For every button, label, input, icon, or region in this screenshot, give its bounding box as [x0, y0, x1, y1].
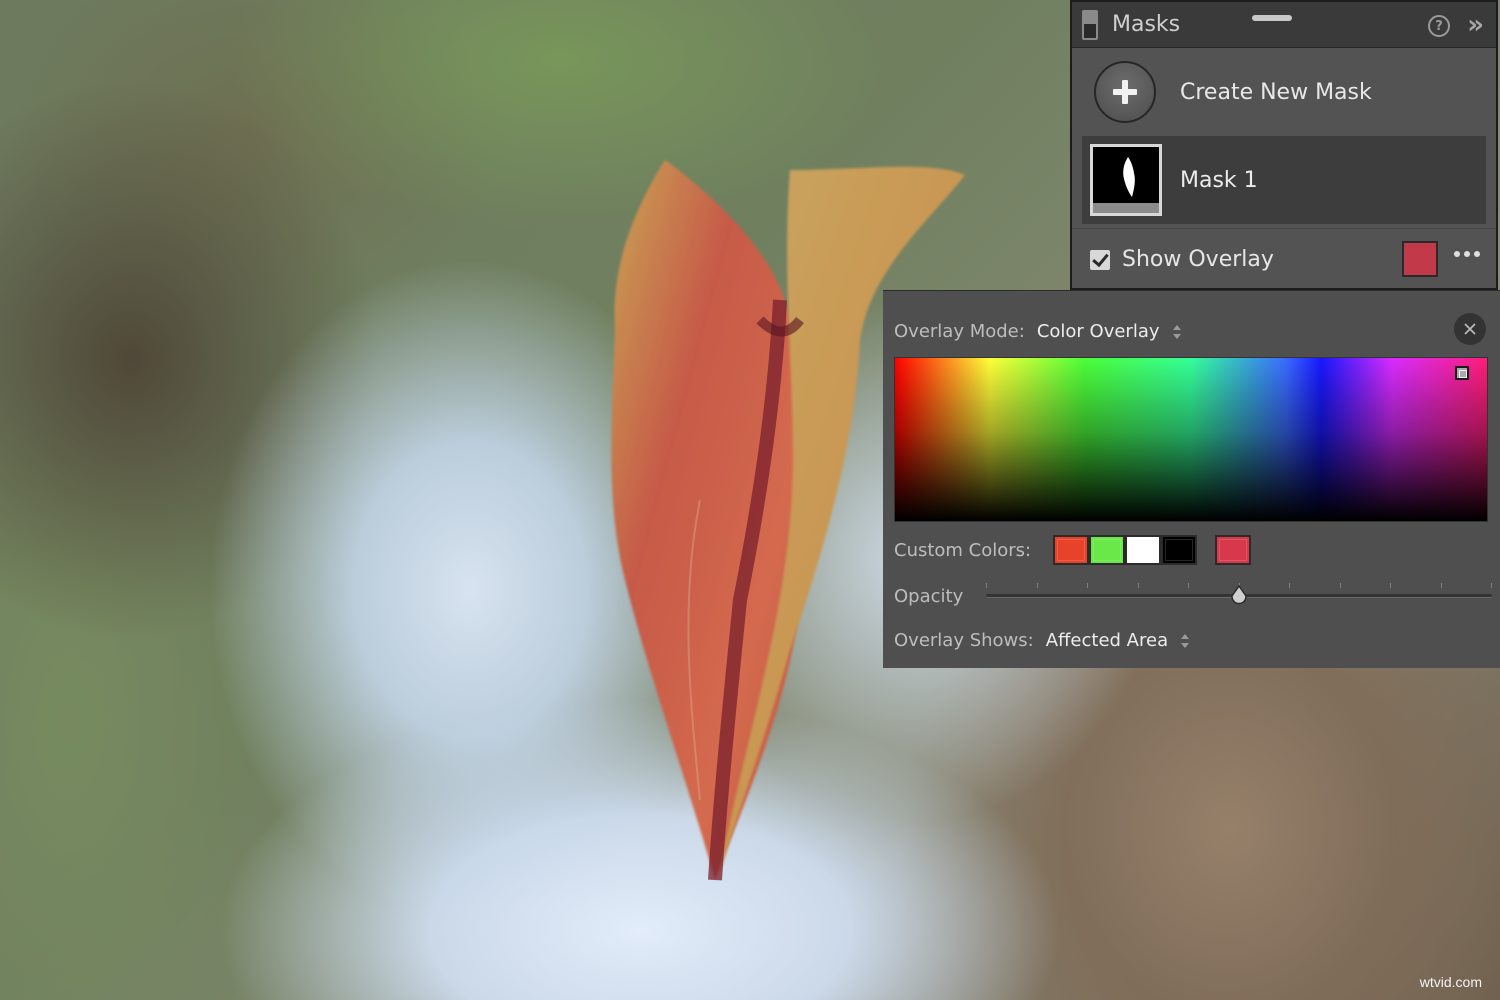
- help-icon[interactable]: ?: [1428, 15, 1450, 37]
- custom-color-swatches: [1053, 535, 1252, 565]
- opacity-slider-thumb[interactable]: [1230, 585, 1248, 605]
- custom-color-white[interactable]: [1125, 535, 1162, 565]
- close-icon: [1464, 323, 1476, 335]
- overlay-mode-dropdown[interactable]: Color Overlay: [1037, 321, 1160, 342]
- create-new-mask-row[interactable]: Create New Mask: [1072, 48, 1496, 136]
- overlay-shows-dropdown[interactable]: Affected Area: [1046, 630, 1168, 651]
- overlay-color-swatch[interactable]: [1402, 241, 1438, 277]
- custom-colors-label: Custom Colors:: [894, 539, 1032, 561]
- close-popup-button[interactable]: [1454, 313, 1486, 345]
- collapse-chevrons-icon[interactable]: »: [1467, 10, 1484, 40]
- custom-color-black[interactable]: [1161, 535, 1198, 565]
- mask-name-label[interactable]: Mask 1: [1180, 168, 1258, 193]
- show-overlay-row: Show Overlay: [1072, 228, 1496, 290]
- masks-panel: Masks ? » Create New Mask Mask 1 Show Ov…: [1070, 0, 1498, 290]
- mask-list-item[interactable]: Mask 1: [1082, 136, 1486, 224]
- overlay-mode-row: Overlay Mode: Color Overlay: [894, 321, 1182, 342]
- create-new-mask-label[interactable]: Create New Mask: [1180, 80, 1372, 105]
- mask-thumbnail[interactable]: [1090, 144, 1162, 216]
- masks-panel-header: Masks ? »: [1072, 2, 1496, 48]
- custom-color-red[interactable]: [1053, 535, 1090, 565]
- masks-panel-title: Masks: [1112, 12, 1181, 37]
- plus-icon: [1113, 80, 1137, 104]
- show-overlay-checkbox[interactable]: [1090, 249, 1110, 270]
- create-new-mask-button[interactable]: [1094, 61, 1156, 123]
- watermark: wtvid.com: [1419, 974, 1482, 990]
- mask-shape-icon: [1123, 157, 1135, 197]
- overlay-shows-row: Overlay Shows: Affected Area: [894, 630, 1190, 651]
- panel-toggle-icon[interactable]: [1082, 9, 1098, 40]
- current-color-swatch[interactable]: [1215, 535, 1252, 565]
- overlay-shows-label: Overlay Shows:: [894, 630, 1034, 651]
- updown-arrows-icon[interactable]: [1172, 324, 1182, 340]
- overlay-options-popup: Overlay Mode: Color Overlay Custom Color…: [883, 290, 1500, 668]
- custom-colors-row: Custom Colors:: [894, 535, 1252, 565]
- color-spectrum-picker[interactable]: [894, 357, 1488, 522]
- opacity-label: Opacity: [894, 585, 964, 607]
- more-dots-icon[interactable]: [1454, 251, 1480, 257]
- custom-color-green[interactable]: [1089, 535, 1126, 565]
- overlay-shows-updown-icon[interactable]: [1180, 633, 1190, 649]
- drag-handle[interactable]: [1252, 15, 1292, 21]
- opacity-row: Opacity: [894, 581, 1494, 611]
- show-overlay-label[interactable]: Show Overlay: [1122, 247, 1274, 272]
- spectrum-picker-marker[interactable]: [1455, 366, 1469, 380]
- overlay-mode-label: Overlay Mode:: [894, 321, 1025, 342]
